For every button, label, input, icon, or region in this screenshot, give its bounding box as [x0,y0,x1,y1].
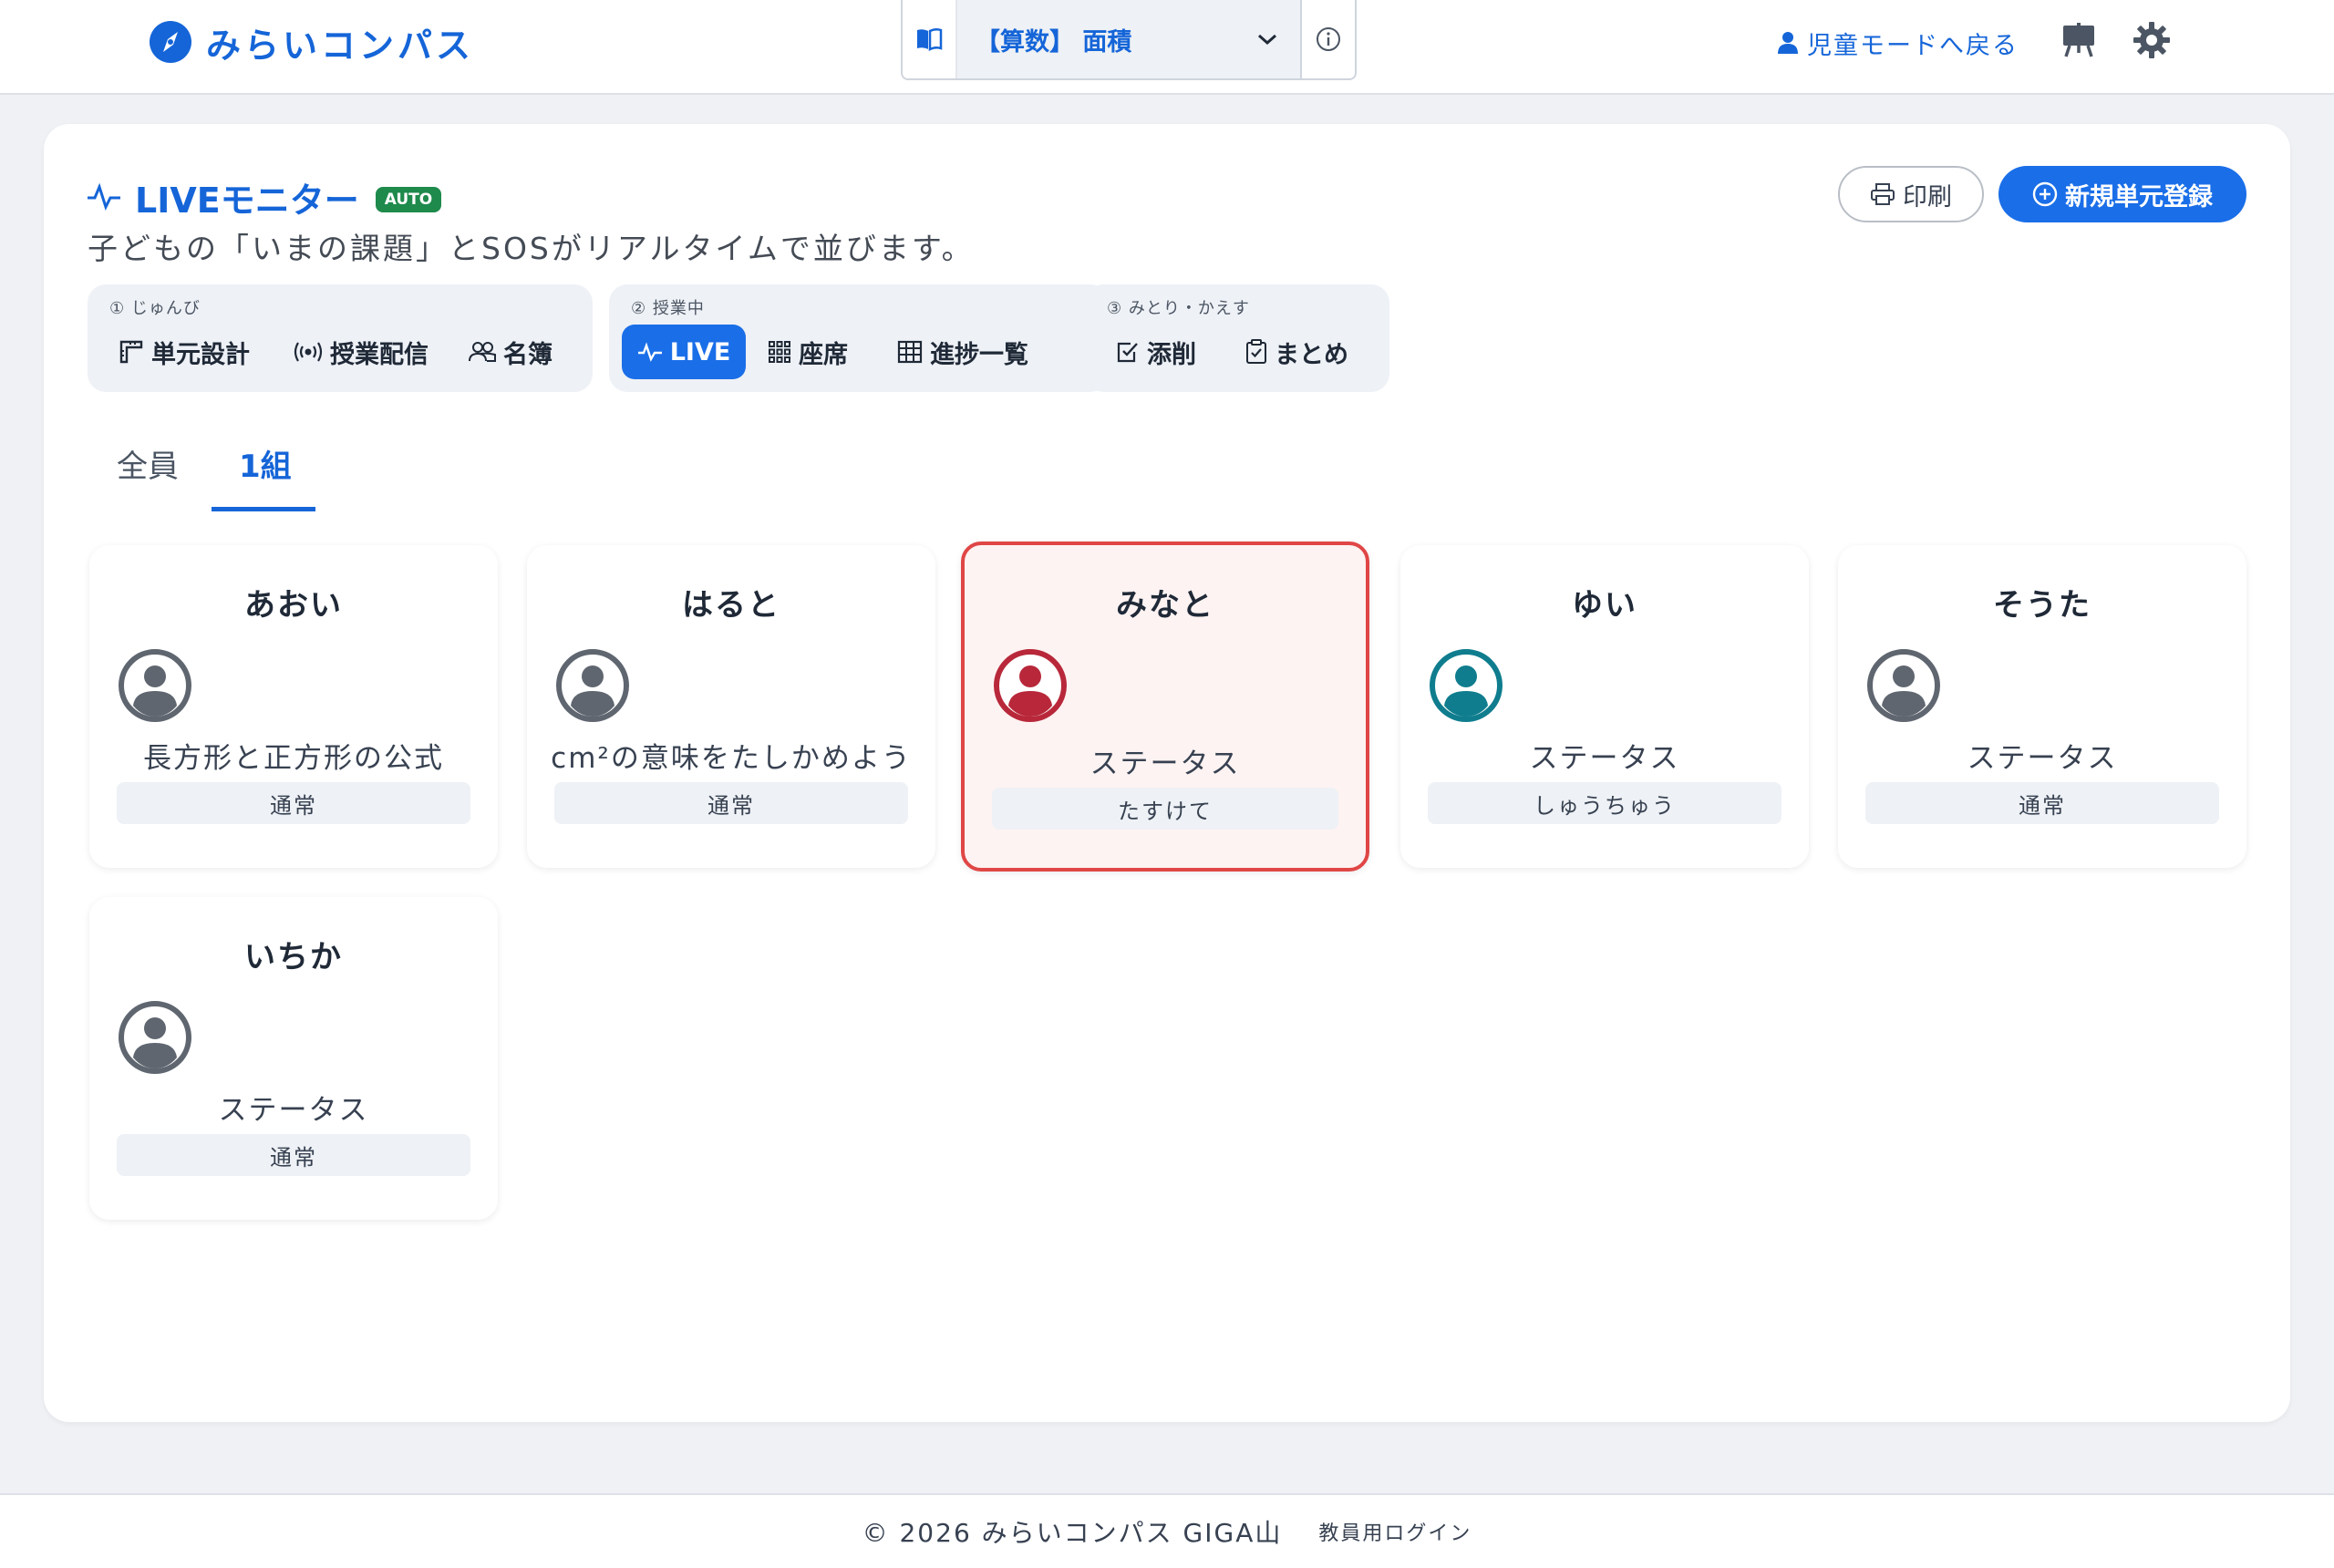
nav-label: 名簿 [503,340,553,369]
step-group-label: ② 授業中 [631,299,705,318]
gear-icon[interactable] [2130,18,2174,62]
child-mode-link[interactable]: 児童モードへ戻る [1778,20,2019,66]
people-icon [469,342,496,362]
nav-roster[interactable]: 名簿 [456,325,565,379]
page-title: LIVEモニター AUTO [86,170,442,224]
student-card[interactable]: そうた ステータス 通常 [1838,545,2246,868]
info-icon[interactable] [1300,0,1355,78]
student-name: みなと [1116,587,1214,624]
unit-select[interactable]: 【算数】 面積 [901,0,1357,80]
live-monitor-panel: LIVEモニター AUTO 子どもの「いまの課題」とSOSがリアルタイムで並びま… [44,124,2290,1422]
chevron-down-icon [1258,34,1276,46]
brand-name: みらいコンパス [206,25,475,66]
top-bar: みらいコンパス 【算数】 面積 児童モードへ戻る [0,0,2334,95]
new-unit-button[interactable]: 新規単元登録 [1998,166,2246,222]
avatar-icon [994,649,1067,722]
avatar-icon [119,649,191,722]
nav-label: まとめ [1275,340,1348,369]
student-task: ステータス [1967,742,2118,775]
nav-label: 座席 [799,340,848,369]
status-badge: 通常 [1865,782,2219,824]
nav-live[interactable]: LIVE [622,325,746,379]
step-group-label: ③ みとり・かえす [1107,299,1250,318]
student-name: いちか [244,939,343,975]
nav-label: 添削 [1147,340,1196,369]
student-task: ステータス [1529,742,1680,775]
nav-label: 進捗一覧 [930,340,1028,369]
nav-seating[interactable]: 座席 [755,325,861,379]
step-group-prepare: ① じゅんび 単元設計 授業配信 名簿 [88,284,593,392]
person-icon [1778,32,1798,54]
student-name: ゆい [1572,587,1637,624]
student-card[interactable]: いちか ステータス 通常 [89,897,498,1220]
student-task: ステータス [1090,748,1241,780]
student-name: はると [682,587,780,624]
tab-all[interactable]: 全員 [117,441,179,486]
pulse-icon [88,183,120,211]
nav-unit-design[interactable]: 単元設計 [106,325,263,379]
student-card[interactable]: あおい 長方形と正方形の公式 通常 [89,545,498,868]
page-subtitle: 子どもの「いまの課題」とSOSがリアルタイムで並びます。 [88,231,975,266]
auto-badge: AUTO [375,187,442,212]
avatar-icon [556,649,629,722]
student-card[interactable]: ゆい ステータス しゅうちゅう [1400,545,1809,868]
student-name: あおい [244,587,343,624]
student-task: cm²の意味をたしかめよう [551,742,912,775]
status-badge: 通常 [117,782,470,824]
print-label: 印刷 [1903,182,1952,211]
print-button[interactable]: 印刷 [1838,166,1984,222]
page-title-text: LIVEモニター [135,180,359,221]
nav-correction[interactable]: 添削 [1103,325,1209,379]
grid-icon [769,341,790,363]
nav-progress-list[interactable]: 進捗一覧 [884,325,1041,379]
new-unit-label: 新規単元登録 [2065,182,2213,211]
step-group-review: ③ みとり・かえす 添削 まとめ [1085,284,1389,392]
table-icon [897,340,923,364]
status-badge: 通常 [117,1134,470,1176]
nav-label: 授業配信 [330,340,429,369]
ruler-icon [119,340,143,364]
child-mode-label: 児童モードへ戻る [1807,31,2019,60]
plus-circle-icon [2032,181,2058,207]
student-task: ステータス [218,1094,369,1127]
unit-select-value[interactable]: 【算数】 面積 [957,0,1300,78]
status-badge: 通常 [554,782,908,824]
nav-summary[interactable]: まとめ [1233,325,1361,379]
nav-label: 単元設計 [151,340,250,369]
teacher-login-link[interactable]: 教員用ログイン [1318,1517,1472,1546]
avatar-icon [119,1001,191,1074]
footer: © 2026 みらいコンパス GIGA山 教員用ログイン [0,1493,2334,1568]
active-tab-indicator [212,507,315,511]
student-card[interactable]: はると cm²の意味をたしかめよう 通常 [527,545,935,868]
avatar-icon [1430,649,1503,722]
status-badge: たすけて [992,788,1338,830]
nav-label: LIVE [669,337,731,366]
tab-class-1[interactable]: 1組 [239,441,292,486]
nav-lesson-broadcast[interactable]: 授業配信 [281,325,441,379]
student-card-sos[interactable]: みなと ステータス たすけて [961,542,1369,872]
avatar-icon [1867,649,1940,722]
book-icon [903,0,957,78]
student-task: 長方形と正方形の公式 [143,742,444,775]
step-group-in-class: ② 授業中 LIVE 座席 進捗一覧 [609,284,1109,392]
broadcast-icon [294,342,323,362]
pulse-icon [637,342,662,362]
footer-copyright: © 2026 みらいコンパス GIGA山 [862,1518,1283,1548]
clipboard-check-icon [1246,339,1266,364]
presentation-board-icon[interactable] [2057,18,2101,62]
unit-select-label: 【算数】 面積 [976,27,1132,57]
check-square-icon [1117,342,1138,363]
brand-logo[interactable]: みらいコンパス [148,16,474,67]
compass-icon [150,21,191,63]
step-group-label: ① じゅんび [109,299,201,318]
student-name: そうた [1993,587,2091,624]
status-badge: しゅうちゅう [1428,782,1781,824]
printer-icon [1871,183,1895,205]
